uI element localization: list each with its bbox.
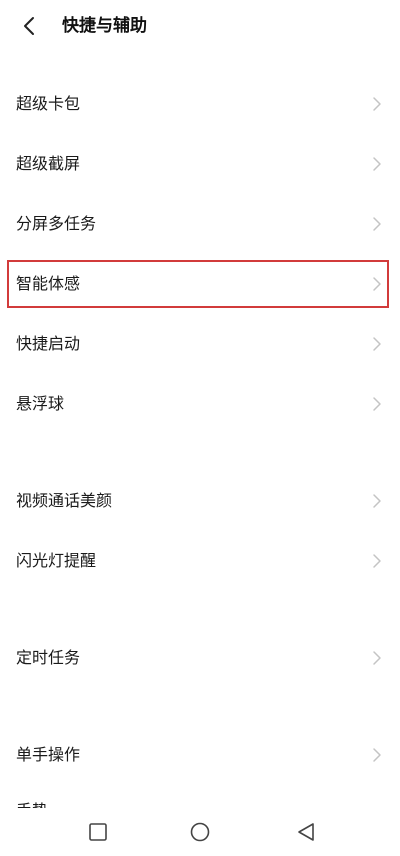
chevron-right-icon <box>373 748 381 762</box>
list-item-label: 单手操作 <box>16 745 81 764</box>
navigation-bar <box>0 808 400 856</box>
square-icon[interactable] <box>84 818 112 846</box>
list-item-label: 悬浮球 <box>16 394 65 413</box>
circle-icon[interactable] <box>186 818 214 846</box>
list-item-video-call-beauty[interactable]: 视频通话美颜 <box>0 474 400 528</box>
list-item-label: 智能体感 <box>16 274 81 293</box>
list-item-smart-motion[interactable]: 智能体感 <box>0 257 400 311</box>
chevron-right-icon <box>373 157 381 171</box>
chevron-right-icon <box>373 97 381 111</box>
list-item-label: 超级卡包 <box>16 94 81 113</box>
list-item-super-card-pack[interactable]: 超级卡包 <box>0 77 400 131</box>
list-item-one-handed-mode[interactable]: 单手操作 <box>0 728 400 782</box>
page-title: 快捷与辅助 <box>62 16 147 36</box>
list-item-label: 分屏多任务 <box>16 214 97 233</box>
chevron-right-icon <box>373 397 381 411</box>
list-item-label: 定时任务 <box>16 648 81 667</box>
chevron-right-icon <box>373 554 381 568</box>
chevron-right-icon <box>373 277 381 291</box>
list-item-floating-ball[interactable]: 悬浮球 <box>0 377 400 431</box>
chevron-right-icon <box>373 217 381 231</box>
triangle-back-icon[interactable] <box>292 818 320 846</box>
chevron-right-icon <box>373 651 381 665</box>
list-item-quick-launch[interactable]: 快捷启动 <box>0 317 400 371</box>
chevron-right-icon <box>373 337 381 351</box>
list-item-label: 视频通话美颜 <box>16 491 113 510</box>
list-item-split-screen[interactable]: 分屏多任务 <box>0 197 400 251</box>
list-item-label: 超级截屏 <box>16 154 81 173</box>
header: 快捷与辅助 <box>0 0 400 56</box>
chevron-left-icon[interactable] <box>18 14 42 38</box>
chevron-right-icon <box>373 494 381 508</box>
list-item-label: 快捷启动 <box>16 334 81 353</box>
list-item-super-screenshot[interactable]: 超级截屏 <box>0 137 400 191</box>
list-item-flash-reminder[interactable]: 闪光灯提醒 <box>0 534 400 588</box>
list-item-scheduled-tasks[interactable]: 定时任务 <box>0 631 400 685</box>
list-item-label: 闪光灯提醒 <box>16 551 97 570</box>
